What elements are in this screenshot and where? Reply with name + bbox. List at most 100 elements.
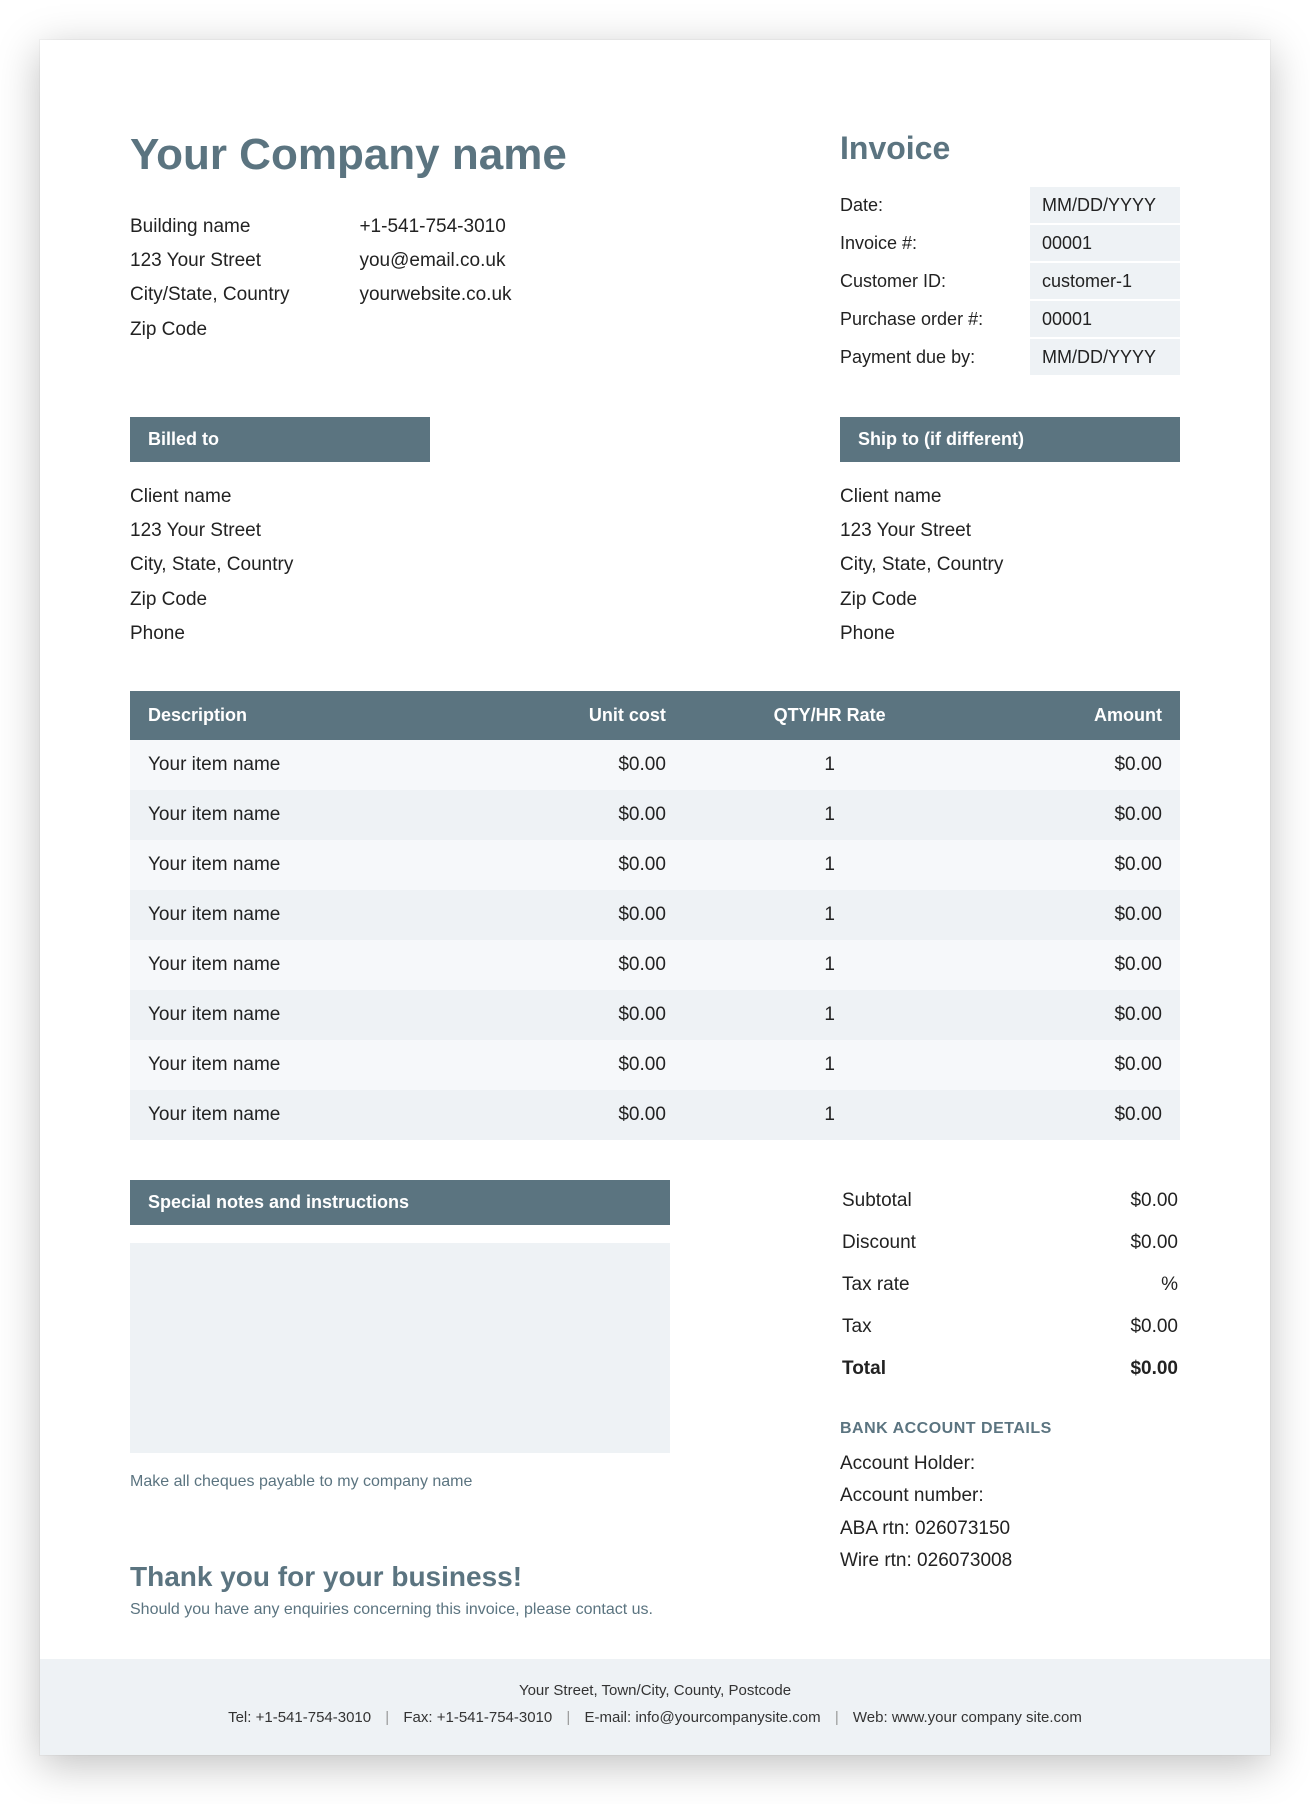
totals-label: Discount <box>842 1232 916 1254</box>
item-unit-cost: $0.00 <box>461 740 683 790</box>
item-qty: 1 <box>684 790 975 840</box>
bank-heading: BANK ACCOUNT DETAILS <box>840 1420 1180 1438</box>
item-description: Your item name <box>130 890 461 940</box>
item-unit-cost: $0.00 <box>461 840 683 890</box>
item-qty: 1 <box>684 940 975 990</box>
company-email: you@email.co.uk <box>359 244 511 278</box>
footer-web-label: Web: <box>853 1709 888 1726</box>
col-qty: QTY/HR Rate <box>684 691 975 740</box>
item-qty: 1 <box>684 840 975 890</box>
item-amount: $0.00 <box>975 1090 1180 1140</box>
totals-row: Subtotal$0.00 <box>840 1180 1180 1222</box>
ship-to-block: Ship to (if different) Client name123 Yo… <box>840 417 1180 651</box>
item-description: Your item name <box>130 1040 461 1090</box>
company-website: yourwebsite.co.uk <box>359 278 511 312</box>
bank-line: Account Holder: <box>840 1448 1180 1480</box>
invoice-meta-value[interactable]: MM/DD/YYYY <box>1030 339 1180 375</box>
ship-to-header: Ship to (if different) <box>840 417 1180 462</box>
invoice-meta-label: Purchase order #: <box>840 301 1030 337</box>
totals-block: Subtotal$0.00Discount$0.00Tax rate%Tax$0… <box>840 1180 1180 1619</box>
item-description: Your item name <box>130 940 461 990</box>
billed-to-line: 123 Your Street <box>130 514 430 548</box>
table-row: Your item name$0.001$0.00 <box>130 840 1180 890</box>
thanks-block: Thank you for your business! Should you … <box>130 1561 670 1619</box>
invoice-meta-row: Date:MM/DD/YYYY <box>840 187 1180 223</box>
item-description: Your item name <box>130 1090 461 1140</box>
table-row: Your item name$0.001$0.00 <box>130 740 1180 790</box>
invoice-meta-row: Customer ID:customer-1 <box>840 263 1180 299</box>
company-address: Building name 123 Your Street City/State… <box>130 210 289 347</box>
ship-to-line: Zip Code <box>840 583 1180 617</box>
footer-tel-label: Tel: <box>228 1709 251 1726</box>
ship-to-line: Client name <box>840 480 1180 514</box>
company-street: 123 Your Street <box>130 244 289 278</box>
billed-to-line: Phone <box>130 617 430 651</box>
item-description: Your item name <box>130 740 461 790</box>
bank-line: ABA rtn: 026073150 <box>840 1513 1180 1545</box>
notes-block: Special notes and instructions Make all … <box>130 1180 670 1619</box>
col-unit-cost: Unit cost <box>461 691 683 740</box>
invoice-meta-value[interactable]: 00001 <box>1030 225 1180 261</box>
footer: Your Street, Town/City, County, Postcode… <box>40 1659 1270 1755</box>
billed-to-line: City, State, Country <box>130 548 430 582</box>
item-amount: $0.00 <box>975 1040 1180 1090</box>
company-city: City/State, Country <box>130 278 289 312</box>
table-row: Your item name$0.001$0.00 <box>130 790 1180 840</box>
footer-fax: +1-541-754-3010 <box>437 1709 553 1726</box>
invoice-meta-label: Payment due by: <box>840 339 1030 375</box>
table-row: Your item name$0.001$0.00 <box>130 990 1180 1040</box>
invoice-meta-label: Date: <box>840 187 1030 223</box>
item-unit-cost: $0.00 <box>461 990 683 1040</box>
totals-label: Tax rate <box>842 1274 910 1296</box>
table-row: Your item name$0.001$0.00 <box>130 1090 1180 1140</box>
item-unit-cost: $0.00 <box>461 940 683 990</box>
table-row: Your item name$0.001$0.00 <box>130 940 1180 990</box>
item-amount: $0.00 <box>975 840 1180 890</box>
totals-row: Tax$0.00 <box>840 1306 1180 1348</box>
invoice-meta-value[interactable]: customer-1 <box>1030 263 1180 299</box>
ship-to-line: Phone <box>840 617 1180 651</box>
invoice-meta-value[interactable]: MM/DD/YYYY <box>1030 187 1180 223</box>
notes-body[interactable] <box>130 1243 670 1453</box>
invoice-meta-row: Invoice #:00001 <box>840 225 1180 261</box>
footer-email: info@yourcompanysite.com <box>635 1709 820 1726</box>
bank-line: Account number: <box>840 1480 1180 1512</box>
company-block: Your Company name Building name 123 Your… <box>130 130 840 377</box>
item-unit-cost: $0.00 <box>461 1040 683 1090</box>
items-table: Description Unit cost QTY/HR Rate Amount… <box>130 691 1180 1140</box>
totals-row: Discount$0.00 <box>840 1222 1180 1264</box>
invoice-title: Invoice <box>840 130 1180 167</box>
company-phone: +1-541-754-3010 <box>359 210 511 244</box>
totals-label: Tax <box>842 1316 872 1338</box>
billed-to-block: Billed to Client name123 Your StreetCity… <box>130 417 430 651</box>
item-amount: $0.00 <box>975 990 1180 1040</box>
item-amount: $0.00 <box>975 740 1180 790</box>
col-amount: Amount <box>975 691 1180 740</box>
invoice-meta-block: Invoice Date:MM/DD/YYYYInvoice #:00001Cu… <box>840 130 1180 377</box>
invoice-meta-row: Purchase order #:00001 <box>840 301 1180 337</box>
item-qty: 1 <box>684 990 975 1040</box>
invoice-meta-row: Payment due by:MM/DD/YYYY <box>840 339 1180 375</box>
invoice-meta-label: Customer ID: <box>840 263 1030 299</box>
item-description: Your item name <box>130 790 461 840</box>
company-building: Building name <box>130 210 289 244</box>
totals-value: % <box>1161 1274 1178 1296</box>
item-description: Your item name <box>130 990 461 1040</box>
bank-line: Wire rtn: 026073008 <box>840 1545 1180 1577</box>
item-unit-cost: $0.00 <box>461 890 683 940</box>
billed-to-header: Billed to <box>130 417 430 462</box>
thanks-title: Thank you for your business! <box>130 1561 670 1593</box>
total-value: $0.00 <box>1130 1358 1178 1380</box>
totals-row: Tax rate% <box>840 1264 1180 1306</box>
item-qty: 1 <box>684 1040 975 1090</box>
item-qty: 1 <box>684 740 975 790</box>
item-amount: $0.00 <box>975 940 1180 990</box>
item-amount: $0.00 <box>975 790 1180 840</box>
col-description: Description <box>130 691 461 740</box>
invoice-meta-value[interactable]: 00001 <box>1030 301 1180 337</box>
thanks-sub: Should you have any enquiries concerning… <box>130 1601 670 1619</box>
footer-address: Your Street, Town/City, County, Postcode <box>50 1677 1260 1704</box>
item-qty: 1 <box>684 890 975 940</box>
item-amount: $0.00 <box>975 890 1180 940</box>
invoice-page: Your Company name Building name 123 Your… <box>40 40 1270 1755</box>
